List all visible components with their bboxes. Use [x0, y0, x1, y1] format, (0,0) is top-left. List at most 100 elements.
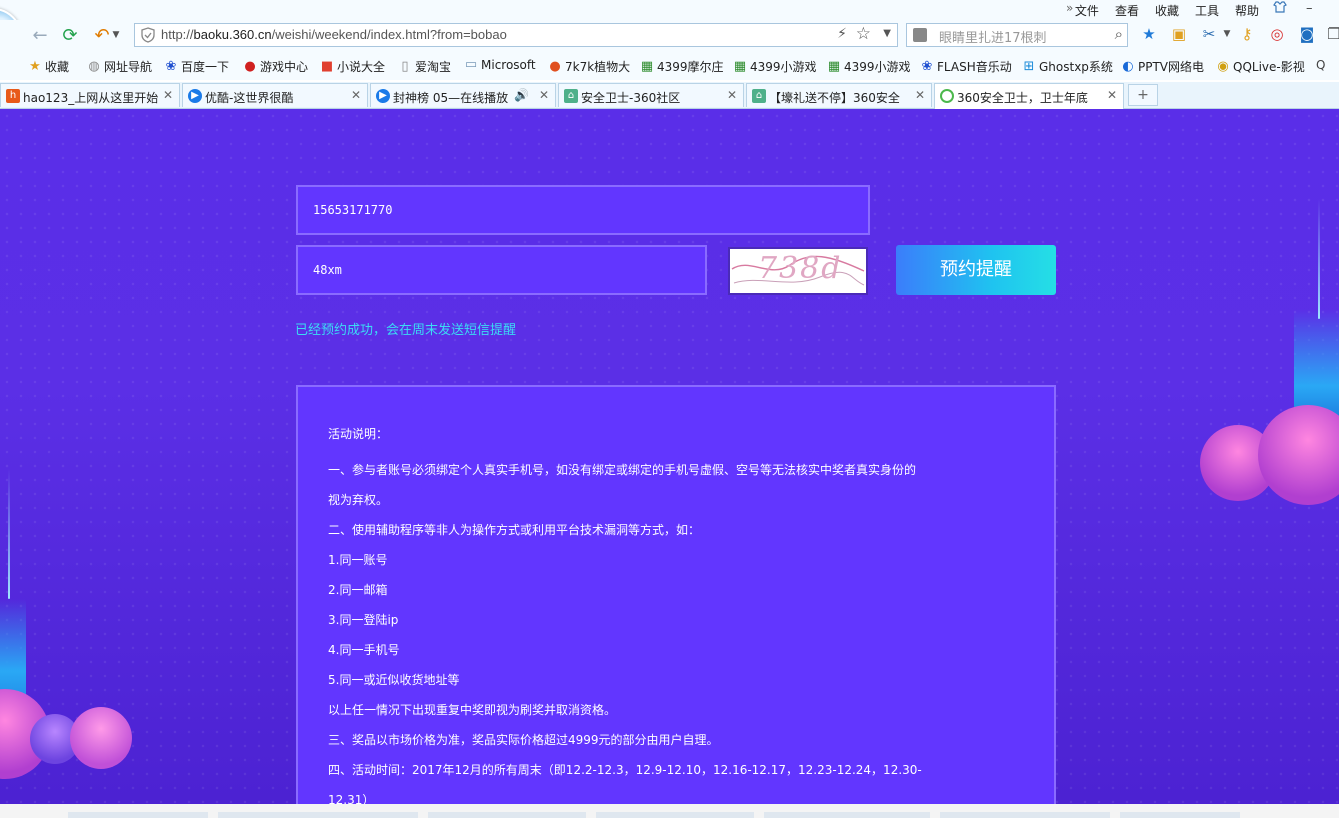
status-segment — [1120, 812, 1240, 818]
page-content: 15653171770 48xm 738d 预约提醒 已经预约成功，会在周末发送… — [0, 109, 1339, 804]
phone-input[interactable]: 15653171770 — [296, 185, 870, 235]
tab-hao123[interactable]: h hao123_上网从这里开始 ✕ — [0, 83, 180, 107]
tab-360-community[interactable]: ⌂ 安全卫士-360社区 ✕ — [558, 83, 744, 107]
decor-bubble — [1258, 405, 1339, 505]
paw-icon: ❀ — [165, 58, 177, 74]
paw-icon: ❀ — [921, 58, 933, 74]
game-icon: ● — [244, 58, 256, 74]
scissors-icon[interactable]: ✂ — [1200, 25, 1218, 43]
bookmark-item[interactable]: ❀ FLASH音乐动 — [920, 58, 1012, 75]
new-tab-button[interactable]: + — [1128, 84, 1158, 106]
grid-icon: ▦ — [827, 58, 841, 74]
navigation-bar: ← ⟳ ↶ ▼ http://baoku.360.cn/weishi/weeke… — [0, 20, 1339, 52]
rules-line: 视为弃权。 — [328, 493, 389, 507]
bookmark-item[interactable]: ▦ 4399摩尔庄 — [640, 58, 724, 75]
rules-line: 12.31） — [328, 793, 375, 804]
rules-line: 一、参与者账号必须绑定个人真实手机号，如没有绑定或绑定的手机号虚假、空号等无法核… — [328, 463, 917, 477]
star-icon: ★ — [29, 58, 41, 74]
bookmark-item[interactable]: ▦ 4399小游戏 — [827, 58, 911, 75]
copy-icon[interactable]: ❐ — [1325, 25, 1339, 43]
extension-icon[interactable]: ▣ — [1170, 25, 1188, 43]
menu-bar: » 文件 查看 收藏 工具 帮助 – — [0, 0, 1339, 20]
bookmark-item[interactable]: ★ 收藏 — [28, 58, 69, 75]
menu-favorites[interactable]: 收藏 — [1155, 2, 1179, 19]
bookmark-item[interactable]: ◍ 网址导航 — [87, 58, 152, 75]
undo-dropdown-icon[interactable]: ▼ — [110, 24, 122, 46]
pptv-icon: ◐ — [1122, 58, 1134, 74]
close-icon[interactable]: ✕ — [1107, 88, 1117, 102]
menu-file[interactable]: 文件 — [1075, 2, 1099, 19]
decor-bubble — [70, 707, 132, 769]
url-text[interactable]: http://baoku.360.cn/weishi/weekend/index… — [161, 27, 507, 42]
status-segment — [940, 812, 1110, 818]
search-icon[interactable]: ⌕ — [1115, 25, 1123, 43]
bookmarks-overflow[interactable]: Q — [1316, 58, 1325, 72]
bookmark-item[interactable]: ◉ QQLive-影视 — [1216, 58, 1304, 75]
bookmark-item[interactable]: ▦ 4399小游戏 — [733, 58, 817, 75]
bookmark-item[interactable]: ■ 小说大全 — [320, 58, 385, 75]
search-box[interactable]: 眼睛里扎进17根刺 ⌕ — [906, 23, 1128, 47]
key-icon[interactable]: ⚷ — [1238, 25, 1256, 43]
address-bar[interactable]: http://baoku.360.cn/weishi/weekend/index… — [134, 23, 898, 47]
rules-line: 二、使用辅助程序等非人为操作方式或利用平台技术漏洞等方式，如： — [328, 523, 701, 537]
bookmark-item[interactable]: ⊞ Ghostxp系统 — [1022, 58, 1113, 75]
rules-line: 1.同一账号 — [328, 553, 388, 567]
back-icon[interactable]: ← — [28, 24, 52, 46]
refresh-icon[interactable]: ⟳ — [58, 24, 82, 46]
search-placeholder: 眼睛里扎进17根刺 — [939, 31, 1047, 46]
status-segment — [218, 812, 418, 818]
bookmark-item[interactable]: ▭ Microsoft — [464, 57, 536, 73]
weibo-icon[interactable]: ◎ — [1268, 25, 1286, 43]
captcha-input[interactable]: 48xm — [296, 245, 707, 295]
youku-icon: ▶ — [188, 89, 202, 103]
bookmark-item[interactable]: ❀ 百度一下 — [164, 58, 229, 75]
close-icon[interactable]: ✕ — [727, 88, 737, 102]
tab-youku[interactable]: ▶ 优酷-这世界很酷 ✕ — [182, 83, 368, 107]
status-segment — [428, 812, 586, 818]
rules-line: 2.同一邮箱 — [328, 583, 388, 597]
menu-tools[interactable]: 工具 — [1195, 2, 1219, 19]
tab-fengshenbang[interactable]: ▶ 封神榜 05—在线播放 🔊 ✕ — [370, 83, 556, 107]
close-icon[interactable]: ✕ — [915, 88, 925, 102]
minimize-icon[interactable]: – — [1306, 1, 1313, 16]
grid-icon: ▦ — [733, 58, 747, 74]
speaker-icon[interactable]: 🔊 — [514, 88, 529, 102]
tab-360-gift[interactable]: ⌂ 【壕礼送不停】360安全 ✕ — [746, 83, 932, 107]
decor-light-beam — [8, 469, 10, 599]
bookmarks-bar: ★ 收藏 ◍ 网址导航 ❀ 百度一下 ● 游戏中心 ■ 小说大全 ▯ 爱淘宝 ▭ Micros… — [0, 52, 1339, 80]
close-icon[interactable]: ✕ — [163, 88, 173, 102]
close-icon[interactable]: ✕ — [539, 88, 549, 102]
bookmark-icon[interactable]: ★ — [1140, 25, 1158, 43]
windows-icon: ⊞ — [1023, 58, 1035, 74]
qqlive-icon: ◉ — [1217, 58, 1229, 74]
book-icon: ■ — [320, 58, 334, 74]
rules-line: 三、奖品以市场价格为准，奖品实际价格超过4999元的部分由用户自理。 — [328, 733, 719, 747]
success-message: 已经预约成功，会在周末发送短信提醒 — [295, 323, 517, 338]
grid-icon: ▦ — [640, 58, 654, 74]
search-engine-icon[interactable] — [913, 28, 927, 42]
decor-light-beam — [1318, 199, 1320, 319]
tab-bar: h hao123_上网从这里开始 ✕ ▶ 优酷-这世界很酷 ✕ ▶ 封神榜 05… — [0, 82, 1339, 109]
folder-icon: ▭ — [464, 57, 478, 72]
lightning-icon[interactable]: ⚡ — [837, 26, 847, 42]
more-menu-icon[interactable]: » — [1066, 1, 1073, 15]
menu-view[interactable]: 查看 — [1115, 2, 1139, 19]
page-icon: ▯ — [401, 58, 409, 74]
bookmark-item[interactable]: ▯ 爱淘宝 — [398, 58, 451, 75]
bookmark-item[interactable]: ● 7k7k植物大 — [548, 58, 630, 75]
address-dropdown-icon[interactable]: ▼ — [883, 28, 891, 39]
bookmark-item[interactable]: ● 游戏中心 — [243, 58, 308, 75]
rules-line: 5.同一或近似收货地址等 — [328, 673, 460, 687]
captcha-image[interactable]: 738d — [728, 247, 868, 295]
favorite-star-icon[interactable]: ☆ — [856, 24, 871, 44]
translate-icon[interactable]: ◙ — [1298, 25, 1316, 43]
house-icon: ⌂ — [752, 89, 766, 103]
bookmark-item[interactable]: ◐ PPTV网络电 — [1121, 58, 1204, 75]
menu-help[interactable]: 帮助 — [1235, 2, 1259, 19]
tab-360-weishi[interactable]: 360安全卫士，卫士年底 ✕ — [934, 83, 1124, 109]
remind-button[interactable]: 预约提醒 — [896, 245, 1056, 295]
rules-title: 活动说明： — [328, 427, 389, 441]
skin-icon[interactable] — [1273, 1, 1287, 17]
scissors-dropdown-icon[interactable]: ▼ — [1218, 25, 1236, 43]
close-icon[interactable]: ✕ — [351, 88, 361, 102]
